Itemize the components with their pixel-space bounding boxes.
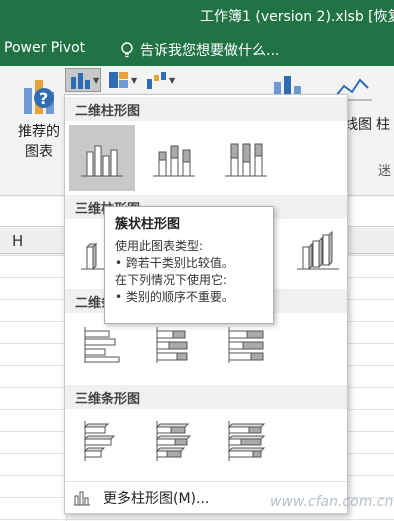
3d-clustered-bar-tile[interactable] [69, 413, 135, 469]
3d-clustered-bar-icon [83, 421, 116, 461]
percent-stacked-column-icon [225, 143, 267, 177]
recommended-charts-button[interactable]: ? 推荐的 图表 [14, 74, 64, 164]
column-header-h[interactable]: H [12, 232, 23, 250]
section-2d-column-header: 二维柱形图 [65, 97, 347, 121]
3d-stacked-bar-tile[interactable] [141, 413, 207, 469]
tooltip-line: 在下列情况下使用它: [115, 273, 228, 287]
column-chart-button[interactable]: ▼ [65, 68, 101, 92]
3d-percent-stacked-bar-icon [227, 421, 266, 461]
stacked-bar-tile[interactable] [141, 317, 207, 373]
clustered-bar-tile[interactable] [69, 317, 135, 373]
watermark: www.cfan.com.cn [270, 494, 394, 510]
tooltip-line: • 类别的顺序不重要。 [115, 290, 234, 304]
title-bar: 工作簿1 (version 2).xlsb [恢复 Power Pivot 告诉… [0, 0, 394, 66]
waterfall-chart-button[interactable]: ▼ [142, 68, 176, 92]
clustered-bar-icon [84, 327, 120, 363]
3d-column-tile[interactable] [285, 223, 351, 279]
tooltip-title: 簇状柱形图 [115, 217, 181, 232]
chevron-down-icon: ▼ [93, 75, 100, 85]
lightbulb-icon [121, 42, 133, 58]
tell-me-text: 告诉我您想要做什么... [140, 43, 280, 59]
waterfall-chart-icon [147, 72, 166, 89]
stacked-bar-icon [156, 327, 188, 363]
tooltip-line: • 跨若干类别比较值。 [115, 256, 234, 270]
window-title: 工作簿1 (version 2).xlsb [恢复 [200, 9, 394, 25]
section-3d-bar-header: 三维条形图 [65, 385, 347, 409]
stacked-column-tile[interactable] [141, 125, 207, 191]
column-chart-icon [71, 73, 90, 89]
sparkline-column-label[interactable]: 柱 [376, 114, 390, 134]
percent-stacked-bar-tile[interactable] [213, 317, 279, 373]
clustered-column-tooltip: 簇状柱形图 使用此图表类型: • 跨若干类别比较值。 在下列情况下使用它: • … [104, 206, 274, 324]
sparklines-group-label: 迷 [378, 164, 392, 179]
tab-power-pivot[interactable]: Power Pivot [4, 40, 85, 56]
tooltip-line: 使用此图表类型: [115, 239, 204, 253]
column-chart-icon [74, 491, 90, 505]
3d-percent-stacked-bar-tile[interactable] [213, 413, 279, 469]
percent-stacked-column-tile[interactable] [213, 125, 279, 191]
recommended-charts-icon: ? [24, 80, 54, 114]
recommended-charts-label: 推荐的 图表 [18, 124, 60, 160]
sparkline-line-label: 线图 [344, 117, 372, 133]
3d-stacked-bar-icon [155, 421, 192, 461]
chevron-down-icon: ▼ [169, 75, 176, 85]
stacked-column-icon [153, 145, 195, 177]
hierarchy-chart-icon [109, 72, 128, 88]
more-column-charts-label: 更多柱形图(M)... [103, 490, 210, 507]
3d-column-icon [297, 231, 339, 271]
hierarchy-chart-button[interactable]: ▼ [104, 68, 138, 92]
svg-text:?: ? [39, 89, 48, 108]
chevron-down-icon: ▼ [131, 75, 138, 85]
tell-me-box[interactable]: 告诉我您想要做什么... [118, 40, 279, 60]
clustered-column-tile[interactable] [69, 125, 135, 191]
clustered-column-icon [81, 145, 123, 177]
percent-stacked-bar-icon [228, 327, 264, 363]
